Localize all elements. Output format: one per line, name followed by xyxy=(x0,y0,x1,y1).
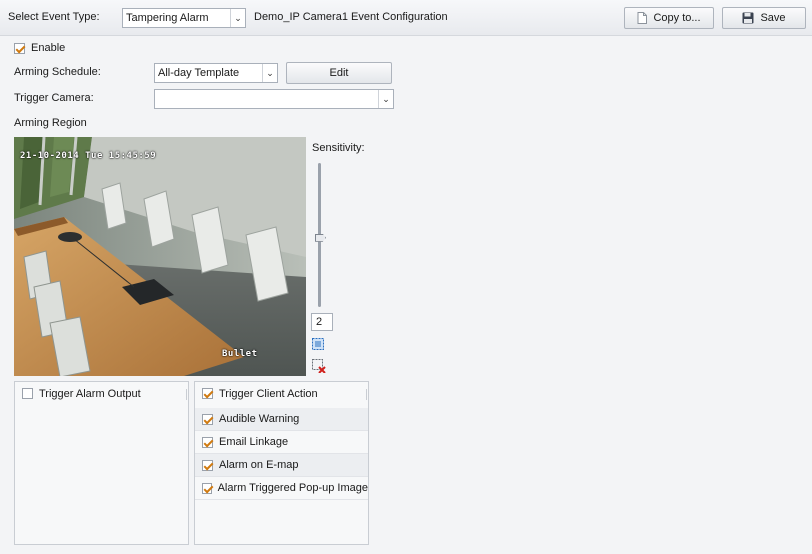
draw-area-icon[interactable] xyxy=(312,338,324,353)
alarm-output-panel: Trigger Alarm Output xyxy=(14,381,189,545)
list-item-label: Alarm Triggered Pop-up Image xyxy=(217,482,368,494)
column-divider xyxy=(366,389,367,400)
event-type-select[interactable]: Tampering Alarm ⌄ xyxy=(122,8,246,28)
copy-to-button[interactable]: Copy to... xyxy=(624,7,714,29)
enable-label: Enable xyxy=(31,42,66,54)
sensitivity-label: Sensitivity: xyxy=(312,142,365,154)
list-item[interactable]: Alarm Triggered Pop-up Image xyxy=(195,477,368,500)
list-item[interactable]: Email Linkage xyxy=(195,431,368,454)
config-title: Demo_IP Camera1 Event Configuration xyxy=(254,11,448,23)
video-timestamp: 21-10-2014 Tue 15:45:59 xyxy=(20,151,157,161)
alarm-on-emap-checkbox[interactable] xyxy=(202,459,213,471)
popup-image-checkbox[interactable] xyxy=(202,482,212,494)
arming-region-label: Arming Region xyxy=(14,117,87,129)
chevron-down-icon[interactable]: ⌄ xyxy=(378,90,393,108)
event-type-value: Tampering Alarm xyxy=(126,12,209,24)
document-icon xyxy=(637,12,648,24)
list-item[interactable]: Alarm on E-map xyxy=(195,454,368,477)
client-action-header-label: Trigger Client Action xyxy=(219,387,318,400)
edit-label: Edit xyxy=(329,67,349,79)
client-action-panel: Trigger Client Action Audible Warning Em… xyxy=(194,381,369,545)
list-item-label: Email Linkage xyxy=(219,436,289,448)
sensitivity-slider-thumb[interactable] xyxy=(315,233,326,242)
chevron-down-icon[interactable]: ⌄ xyxy=(230,9,245,27)
edit-button[interactable]: Edit xyxy=(286,62,392,84)
save-button[interactable]: Save xyxy=(722,7,806,29)
floppy-disk-icon xyxy=(742,12,754,24)
clear-area-icon[interactable] xyxy=(312,359,326,376)
client-action-header[interactable]: Trigger Client Action xyxy=(195,382,368,405)
alarm-output-header[interactable]: Trigger Alarm Output xyxy=(15,382,188,405)
enable-row[interactable]: Enable xyxy=(14,42,65,54)
copy-to-label: Copy to... xyxy=(653,12,701,24)
save-label: Save xyxy=(760,12,786,24)
arming-schedule-value: All-day Template xyxy=(158,67,240,79)
list-item-label: Audible Warning xyxy=(219,413,300,425)
trigger-alarm-output-checkbox[interactable] xyxy=(22,388,33,399)
list-item[interactable]: Audible Warning xyxy=(195,408,368,431)
camera-live-view[interactable]: 21-10-2014 Tue 15:45:59 Bullet xyxy=(14,137,306,376)
trigger-camera-select[interactable]: ⌄ xyxy=(154,89,394,109)
alarm-output-header-label: Trigger Alarm Output xyxy=(39,387,141,400)
trigger-client-action-checkbox[interactable] xyxy=(202,388,213,399)
conference-room-image xyxy=(14,137,306,376)
sensitivity-value[interactable]: 2 xyxy=(311,313,333,331)
event-type-label: Select Event Type: xyxy=(8,11,100,23)
column-divider xyxy=(186,389,187,400)
video-camera-name: Bullet xyxy=(222,349,258,359)
email-linkage-checkbox[interactable] xyxy=(202,436,213,448)
chevron-down-icon[interactable]: ⌄ xyxy=(262,64,277,82)
enable-checkbox[interactable] xyxy=(14,42,25,54)
arming-schedule-label: Arming Schedule: xyxy=(14,66,101,78)
trigger-camera-label: Trigger Camera: xyxy=(14,92,94,104)
audible-warning-checkbox[interactable] xyxy=(202,413,213,425)
list-item-label: Alarm on E-map xyxy=(219,459,299,471)
arming-schedule-select[interactable]: All-day Template ⌄ xyxy=(154,63,278,83)
